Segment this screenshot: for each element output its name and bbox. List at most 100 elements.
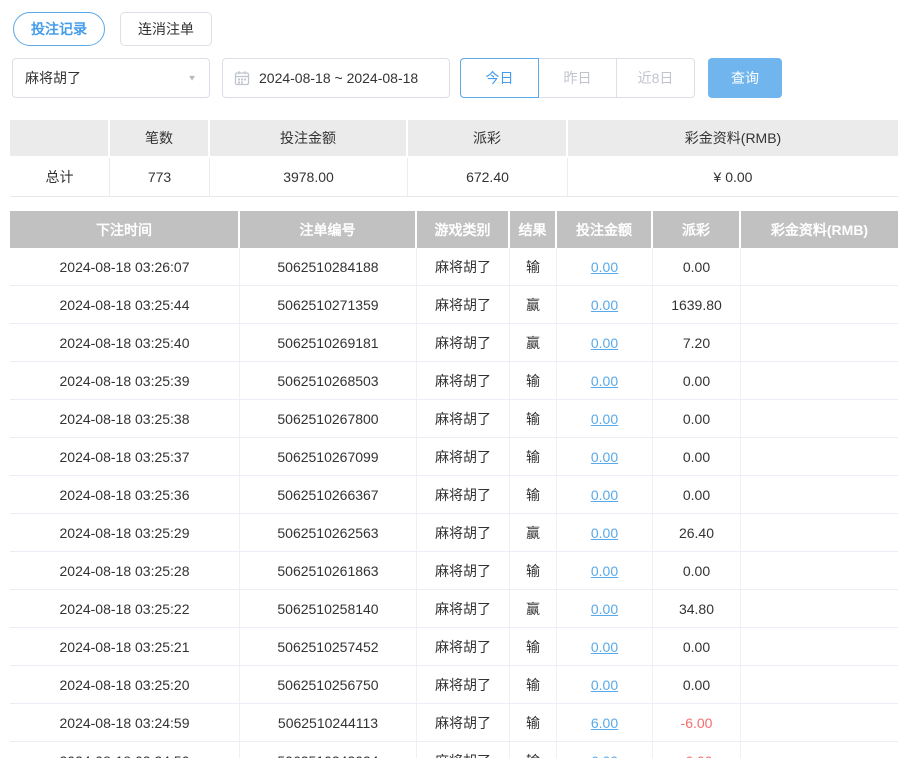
cell-bet-time: 2024-08-18 03:25:36: [10, 476, 240, 513]
records-header-cell: 游戏类别: [417, 211, 510, 248]
table-row: 2024-08-18 03:25:40 5062510269181 麻将胡了 赢…: [10, 324, 898, 362]
bet-amount-link[interactable]: 0.00: [591, 297, 618, 313]
cell-payout: 1639.80: [653, 286, 741, 323]
tabs-row: 投注记录 连消注单: [13, 12, 898, 46]
bet-amount-link[interactable]: 0.00: [591, 411, 618, 427]
bet-amount-link[interactable]: 6.00: [591, 715, 618, 731]
cell-bonus: [741, 286, 898, 323]
records-header-row: 下注时间 注单编号 游戏类别 结果 投注金额 派彩 彩金资料(RMB): [10, 211, 898, 248]
cell-game-type: 麻将胡了: [417, 324, 510, 361]
table-row: 2024-08-18 03:24:50 5062510243034 麻将胡了 输…: [10, 742, 898, 758]
cell-bonus: [741, 704, 898, 741]
date-range-value: 2024-08-18 ~ 2024-08-18: [259, 70, 419, 86]
bet-amount-link[interactable]: 0.00: [591, 525, 618, 541]
cell-bet-time: 2024-08-18 03:24:50: [10, 742, 240, 758]
table-row: 2024-08-18 03:24:59 5062510244113 麻将胡了 输…: [10, 704, 898, 742]
cell-game-type: 麻将胡了: [417, 552, 510, 589]
cell-bonus: [741, 362, 898, 399]
cell-bonus: [741, 514, 898, 551]
range-today-button[interactable]: 今日: [460, 58, 539, 98]
summary-total-label: 总计: [10, 158, 110, 197]
cell-result: 输: [510, 628, 557, 665]
cell-game-type: 麻将胡了: [417, 438, 510, 475]
cell-bonus: [741, 590, 898, 627]
summary-total-payout: 672.40: [408, 158, 568, 197]
bet-amount-link[interactable]: 0.00: [591, 373, 618, 389]
summary-header-cell: [10, 120, 110, 158]
bet-amount-link[interactable]: 0.00: [591, 601, 618, 617]
cell-order-number: 5062510257452: [240, 628, 417, 665]
bet-amount-link[interactable]: 6.00: [591, 753, 618, 758]
cell-bonus: [741, 628, 898, 665]
quick-range-group: 今日 昨日 近8日: [460, 58, 695, 98]
table-row: 2024-08-18 03:25:21 5062510257452 麻将胡了 输…: [10, 628, 898, 666]
cell-order-number: 5062510271359: [240, 286, 417, 323]
summary-total-count: 773: [110, 158, 210, 197]
records-header-cell: 派彩: [653, 211, 741, 248]
cell-game-type: 麻将胡了: [417, 248, 510, 285]
cell-game-type: 麻将胡了: [417, 286, 510, 323]
bet-amount-link[interactable]: 0.00: [591, 487, 618, 503]
cell-payout: 0.00: [653, 400, 741, 437]
cell-bonus: [741, 552, 898, 589]
calendar-icon: [234, 70, 250, 86]
cell-payout: 0.00: [653, 666, 741, 703]
table-row: 2024-08-18 03:26:07 5062510284188 麻将胡了 输…: [10, 248, 898, 286]
cell-bet-time: 2024-08-18 03:25:29: [10, 514, 240, 551]
table-row: 2024-08-18 03:25:22 5062510258140 麻将胡了 赢…: [10, 590, 898, 628]
cell-bet-time: 2024-08-18 03:25:44: [10, 286, 240, 323]
cell-order-number: 5062510256750: [240, 666, 417, 703]
cell-order-number: 5062510261863: [240, 552, 417, 589]
cell-bet-time: 2024-08-18 03:26:07: [10, 248, 240, 285]
bet-amount-link[interactable]: 0.00: [591, 335, 618, 351]
cell-result: 输: [510, 704, 557, 741]
cell-payout: 0.00: [653, 438, 741, 475]
bet-amount-link[interactable]: 0.00: [591, 259, 618, 275]
cell-payout: -6.00: [653, 704, 741, 741]
cell-game-type: 麻将胡了: [417, 628, 510, 665]
cell-game-type: 麻将胡了: [417, 400, 510, 437]
range-yesterday-button[interactable]: 昨日: [538, 58, 617, 98]
cell-bet-time: 2024-08-18 03:25:38: [10, 400, 240, 437]
records-header-cell: 彩金资料(RMB): [741, 211, 898, 248]
bet-amount-link[interactable]: 0.00: [591, 639, 618, 655]
cell-result: 赢: [510, 590, 557, 627]
betting-records-page: 投注记录 连消注单 麻将胡了 ▼ 2024-08-18 ~ 2024-08-18…: [0, 0, 908, 758]
cell-result: 输: [510, 438, 557, 475]
cell-game-type: 麻将胡了: [417, 742, 510, 758]
records-header-cell: 结果: [510, 211, 557, 248]
bet-amount-link[interactable]: 0.00: [591, 563, 618, 579]
table-row: 2024-08-18 03:25:36 5062510266367 麻将胡了 输…: [10, 476, 898, 514]
cell-bonus: [741, 666, 898, 703]
records-header-cell: 下注时间: [10, 211, 240, 248]
cell-order-number: 5062510266367: [240, 476, 417, 513]
cell-result: 输: [510, 552, 557, 589]
cell-bonus: [741, 400, 898, 437]
tab-betting-records[interactable]: 投注记录: [13, 12, 105, 46]
game-select[interactable]: 麻将胡了 ▼: [12, 58, 210, 98]
records-header-cell: 注单编号: [240, 211, 417, 248]
cell-result: 输: [510, 362, 557, 399]
cell-bet-time: 2024-08-18 03:25:21: [10, 628, 240, 665]
range-last8days-button[interactable]: 近8日: [616, 58, 695, 98]
cell-order-number: 5062510267800: [240, 400, 417, 437]
summary-header-cell: 彩金资料(RMB): [568, 120, 898, 158]
bet-amount-link[interactable]: 0.00: [591, 677, 618, 693]
bet-amount-link[interactable]: 0.00: [591, 449, 618, 465]
tab-cancelled-orders[interactable]: 连消注单: [120, 12, 212, 46]
summary-header-cell: 笔数: [110, 120, 210, 158]
cell-payout: 0.00: [653, 552, 741, 589]
cell-bet-time: 2024-08-18 03:25:40: [10, 324, 240, 361]
summary-header-cell: 投注金额: [210, 120, 408, 158]
date-range-input[interactable]: 2024-08-18 ~ 2024-08-18: [222, 58, 450, 98]
cell-bet-time: 2024-08-18 03:25:22: [10, 590, 240, 627]
search-button[interactable]: 查询: [708, 58, 782, 98]
table-row: 2024-08-18 03:25:29 5062510262563 麻将胡了 赢…: [10, 514, 898, 552]
cell-order-number: 5062510262563: [240, 514, 417, 551]
cell-bet-time: 2024-08-18 03:25:37: [10, 438, 240, 475]
cell-order-number: 5062510269181: [240, 324, 417, 361]
summary-total-bonus: ¥ 0.00: [568, 158, 898, 197]
cell-result: 赢: [510, 286, 557, 323]
table-row: 2024-08-18 03:25:37 5062510267099 麻将胡了 输…: [10, 438, 898, 476]
cell-payout: 7.20: [653, 324, 741, 361]
